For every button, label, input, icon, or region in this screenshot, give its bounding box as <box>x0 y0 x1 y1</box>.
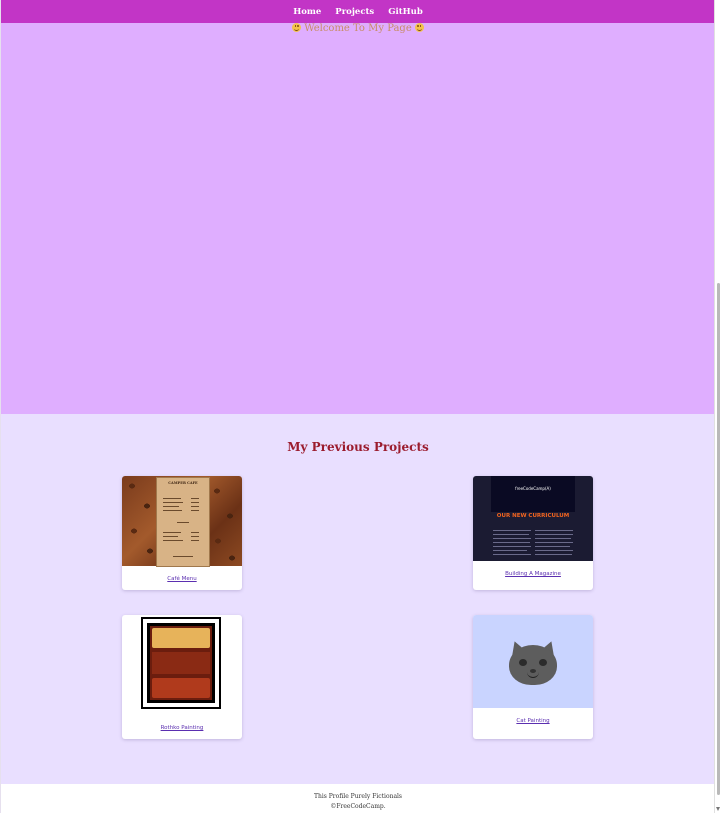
project-link-rothko[interactable]: Rothko Painting <box>122 725 242 731</box>
project-card-cafe-menu[interactable]: CAMPER CAFE Café Menu <box>122 476 242 590</box>
footer: This Profile Purely Fictionals ©FreeCode… <box>1 784 715 813</box>
scrollbar-thumb[interactable] <box>717 283 720 795</box>
welcome-section: Welcome To My Page <box>1 23 715 414</box>
magazine-brand: freeCodeCamp(A) <box>515 486 551 491</box>
welcome-text: Welcome To My Page <box>304 23 412 34</box>
welcome-title: Welcome To My Page <box>1 23 715 35</box>
nav-link-projects[interactable]: Projects <box>335 7 374 17</box>
projects-section: My Previous Projects CAMPER CAFE Café Me… <box>1 414 715 784</box>
scrollbar[interactable] <box>714 0 721 813</box>
cat-head-icon <box>509 645 557 685</box>
project-card-cat[interactable]: Cat Painting <box>473 615 593 739</box>
magazine-thumbnail: freeCodeCamp(A) OUR NEW CURRICULUM <box>473 476 593 561</box>
cat-thumbnail <box>473 615 593 708</box>
smiling-face-icon <box>414 23 424 32</box>
navbar: Home Projects GitHub <box>1 0 715 23</box>
rothko-thumbnail <box>141 617 221 709</box>
projects-heading: My Previous Projects <box>287 440 429 454</box>
scroll-down-arrow-icon[interactable] <box>716 807 720 811</box>
footer-line-2: ©FreeCodeCamp. <box>330 803 386 810</box>
project-link-magazine[interactable]: Building A Magazine <box>473 571 593 577</box>
nav-link-github[interactable]: GitHub <box>388 7 423 17</box>
project-card-rothko[interactable]: Rothko Painting <box>122 615 242 739</box>
project-card-magazine[interactable]: freeCodeCamp(A) OUR NEW CURRICULUM Build… <box>473 476 593 590</box>
nav-link-home[interactable]: Home <box>293 7 321 17</box>
smiling-face-icon <box>292 23 302 32</box>
page: Home Projects GitHub Welcome To My Page … <box>0 0 715 813</box>
cafe-menu-thumbnail: CAMPER CAFE <box>122 476 242 567</box>
menu-title: CAMPER CAFE <box>168 481 198 485</box>
footer-line-1: This Profile Purely Fictionals <box>313 793 403 800</box>
magazine-headline: OUR NEW CURRICULUM <box>496 513 570 519</box>
project-link-cat[interactable]: Cat Painting <box>473 718 593 724</box>
project-link-cafe-menu[interactable]: Café Menu <box>122 576 242 582</box>
menu-paper: CAMPER CAFE <box>156 477 210 567</box>
